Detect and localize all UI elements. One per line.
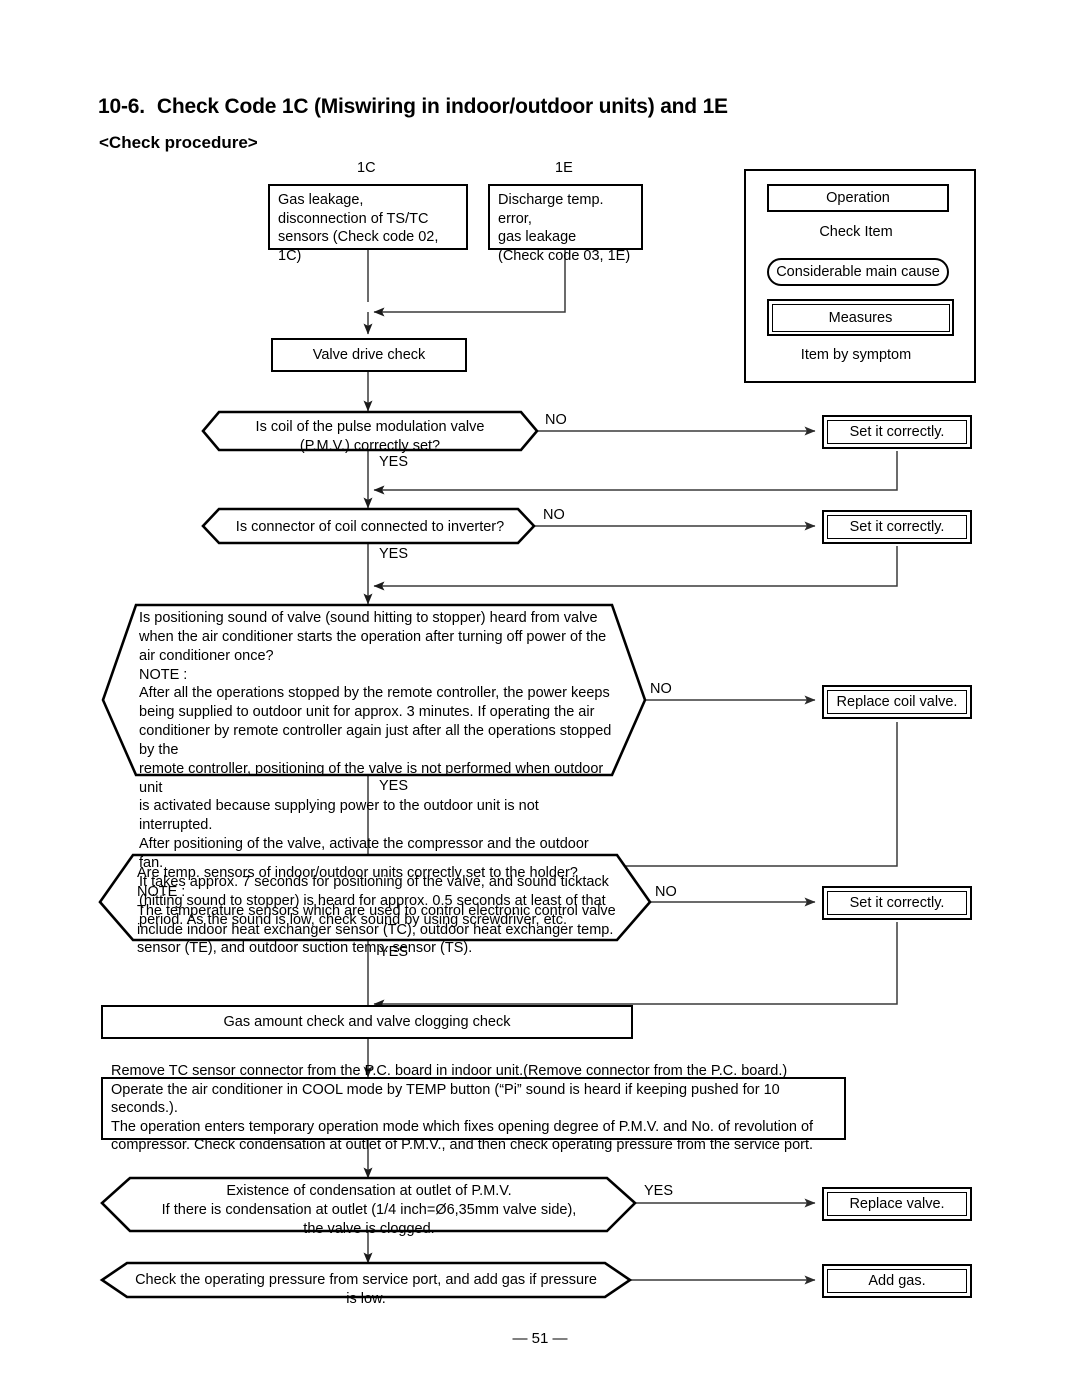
operation-temporary-mode-line-3: The operation enters temporary operation… [111,1118,814,1135]
measure-add-gas-label: Add gas. [827,1269,967,1293]
legend-shape-measures: Measures [767,299,954,336]
measure-replace-coil-valve-label: Replace coil valve. [827,690,967,714]
decision-4-line-2: NOTE : [137,883,186,900]
decision-1-text: Is coil of the pulse modulation valve (P… [212,418,528,456]
decision-3-line-2: when the air conditioner starts the oper… [139,628,607,645]
decision-5-line-3: the valve is clogged. [303,1220,435,1237]
decision-3-line-5: After all the operations stopped by the … [139,685,610,702]
decision-2-no-label: NO [543,507,565,523]
decision-3-line-8: remote controller, positioning of the va… [139,760,604,796]
operation-valve-drive-check: Valve drive check [271,338,467,372]
measure-set-it-correctly-2-label: Set it correctly. [827,515,967,539]
start-box-1e: Discharge temp. error, gas leakage (Chec… [488,184,643,264]
decision-1-yes-label: YES [379,454,409,470]
code-label-1c: 1C [357,160,376,176]
operation-gas-amount-check: Gas amount check and valve clogging chec… [101,1005,633,1039]
measure-set-it-correctly-3: Set it correctly. [822,886,972,920]
measure-set-it-correctly-1-label: Set it correctly. [827,420,967,444]
legend-label-considerable-cause: Considerable main cause [776,264,940,280]
decision-2-yes-label: YES [379,546,409,562]
page-subtitle: <Check procedure> [99,133,258,152]
decision-1-line-2: (P.M.V.) correctly set? [299,437,441,454]
decision-4-no-label: NO [655,884,677,900]
decision-3-yes-label: YES [379,778,409,794]
decision-3-line-6: being supplied to outdoor unit for appro… [139,704,595,721]
decision-6-line-1: Check the operating pressure from servic… [135,1272,597,1307]
measure-set-it-correctly-1: Set it correctly. [822,415,972,449]
operation-gas-amount-check-label: Gas amount check and valve clogging chec… [223,1013,511,1030]
section-title: Check Code 1C (Miswiring in indoor/outdo… [156,95,728,118]
operation-temporary-mode-line-4: compressor. Check condensation at outlet… [111,1137,814,1154]
decision-3-line-3: air conditioner once? [139,647,274,664]
start-1e-line-3: (Check code 03, 1E) [498,247,631,264]
legend-shape-item-by-symptom: Item by symptom [767,344,945,366]
start-1c-line-2: disconnection of TS/TC [278,210,429,227]
decision-3-line-1: Is positioning sound of valve (sound hit… [139,610,598,626]
legend-shape-considerable-cause: Considerable main cause [767,258,949,286]
measure-set-it-correctly-2: Set it correctly. [822,510,972,544]
operation-temporary-mode-line-1: Remove TC sensor connector from the P.C.… [111,1063,788,1080]
measure-set-it-correctly-3-label: Set it correctly. [827,891,967,915]
legend-shape-operation: Operation [767,184,949,212]
measure-replace-valve-label: Replace valve. [827,1192,967,1216]
page-title: 10-6. Check Code 1C (Miswiring in indoor/… [98,95,728,119]
code-label-1e: 1E [555,160,573,176]
operation-temporary-mode: Remove TC sensor connector from the P.C.… [101,1063,846,1153]
decision-3-line-4: NOTE : [139,666,188,683]
decision-5-line-1: Existence of condensation at outlet of P… [226,1183,512,1199]
decision-6-text: Check the operating pressure from servic… [131,1271,601,1309]
decision-5-text: Existence of condensation at outlet of P… [134,1182,604,1239]
legend-label-measures: Measures [771,303,950,332]
decision-1-no-label: NO [545,412,567,428]
decision-5-yes-label: YES [644,1183,674,1199]
start-1c-line-3: sensors (Check code 02, 1C) [278,229,439,264]
decision-3-line-7: conditioner by remote controller again j… [139,723,612,758]
decision-2-line-1: Is connector of coil connected to invert… [235,519,505,535]
legend-label-check-item: Check Item [819,224,893,240]
legend-label-item-by-symptom: Item by symptom [800,347,912,363]
start-1c-line-1: Gas leakage, [278,192,364,208]
page-number: — 51 — [512,1330,568,1347]
decision-3-line-9: is activated because supplying power to … [139,798,539,834]
page-root: 10-6. Check Code 1C (Miswiring in indoor/… [0,0,1080,1397]
legend-label-operation: Operation [826,190,890,206]
section-number: 10-6. [98,95,145,118]
decision-4-line-1: Are temp. sensors of indoor/outdoor unit… [137,865,578,881]
measure-add-gas: Add gas. [822,1264,972,1298]
measure-replace-coil-valve: Replace coil valve. [822,685,972,719]
operation-valve-drive-check-label: Valve drive check [312,346,426,363]
decision-4-line-3: The temperature sensors which are used t… [137,902,616,919]
start-1e-line-1: Discharge temp. error, [498,192,604,227]
decision-4-yes-label: YES [379,944,409,960]
decision-4-line-4: include indoor heat exchanger sensor (TC… [137,921,614,938]
decision-5-line-2: If there is condensation at outlet (1/4 … [161,1201,577,1218]
measure-replace-valve: Replace valve. [822,1187,972,1221]
start-1e-line-2: gas leakage [498,229,577,246]
decision-2-text: Is connector of coil connected to invert… [212,518,528,537]
operation-temporary-mode-line-2: Operate the air conditioner in COOL mode… [111,1081,780,1117]
decision-3-no-label: NO [650,681,672,697]
legend-shape-check-item: Check Item [767,221,945,243]
decision-1-line-1: Is coil of the pulse modulation valve [255,419,485,435]
start-box-1c: Gas leakage, disconnection of TS/TC sens… [268,184,468,264]
